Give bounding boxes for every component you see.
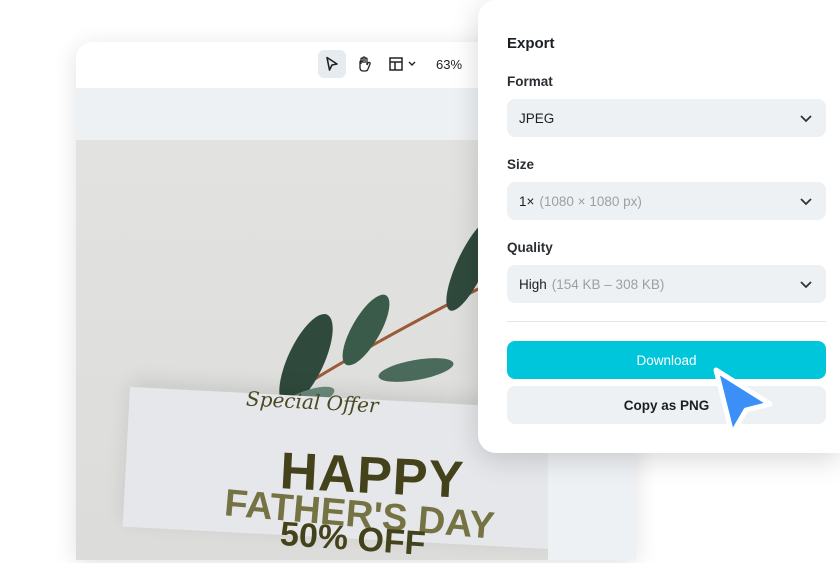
zoom-level[interactable]: 63%: [436, 50, 462, 78]
zoom-value: 63%: [436, 56, 463, 72]
divider: [507, 321, 826, 322]
size-select[interactable]: 1× (1080 × 1080 px): [507, 182, 826, 220]
size-label: Size: [507, 157, 535, 172]
size-hint: (1080 × 1080 px): [539, 193, 642, 209]
quality-select[interactable]: High (154 KB – 308 KB): [507, 265, 826, 303]
format-value: JPEG: [519, 110, 555, 126]
pointer-icon: [326, 56, 338, 71]
quality-value: High: [519, 276, 547, 292]
select-tool-button[interactable]: [318, 50, 346, 78]
mouse-cursor-icon: [713, 367, 773, 437]
special-offer-text: Special Offer: [245, 386, 380, 418]
chevron-down-icon: [408, 61, 416, 66]
hand-icon: [359, 56, 371, 72]
layout-dropdown[interactable]: [386, 50, 420, 78]
quality-label: Quality: [507, 240, 553, 255]
export-title: Export: [507, 35, 555, 52]
export-panel: Export Format JPEG Size 1× (1080 × 1080 …: [478, 0, 840, 453]
chevron-down-icon: [800, 115, 812, 123]
hand-tool-button[interactable]: [352, 50, 376, 78]
quality-hint: (154 KB – 308 KB): [551, 276, 665, 292]
format-label: Format: [507, 74, 553, 89]
copy-as-png-button[interactable]: Copy as PNG: [507, 386, 826, 424]
chevron-down-icon: [800, 198, 812, 206]
size-value: 1×: [519, 193, 535, 209]
format-select[interactable]: JPEG: [507, 99, 826, 137]
download-button[interactable]: Download: [507, 341, 826, 379]
layout-icon: [389, 57, 403, 71]
chevron-down-icon: [800, 281, 812, 289]
discount-text: 50% OFF: [278, 514, 427, 563]
